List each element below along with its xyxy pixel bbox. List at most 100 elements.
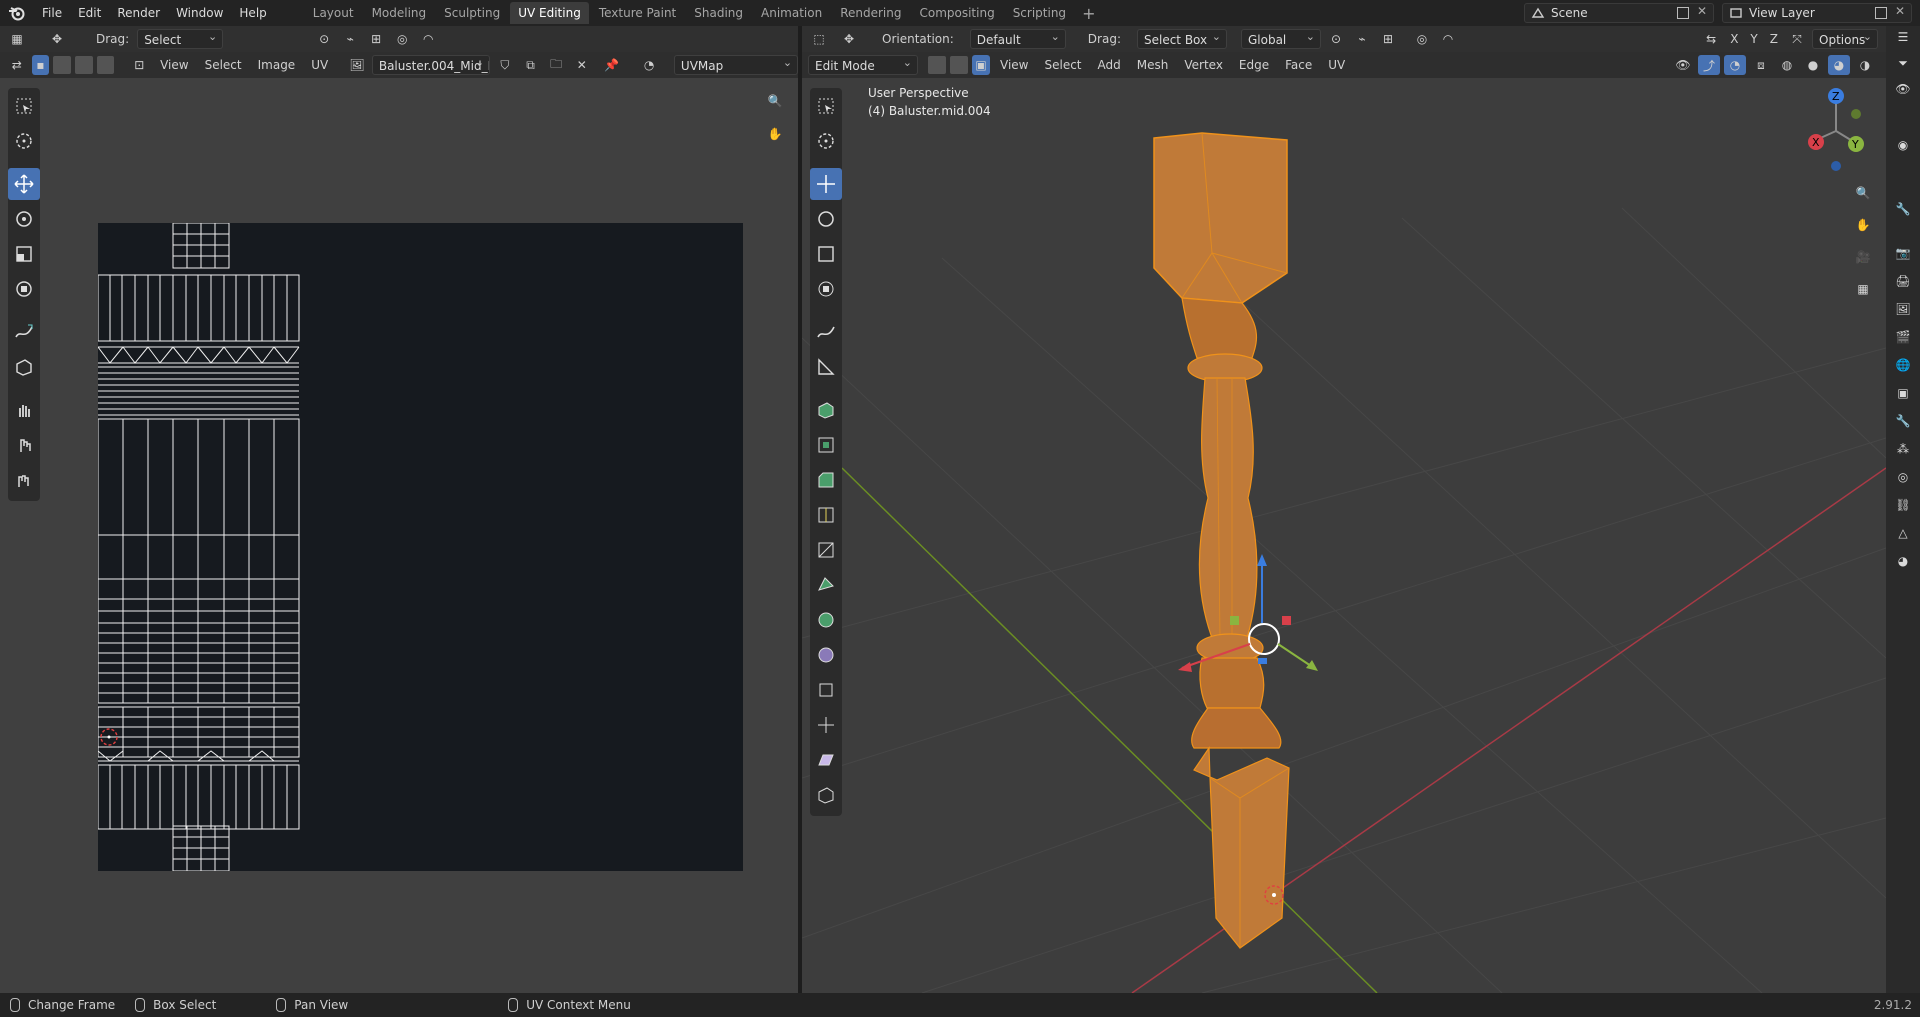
- rendered-shading-icon[interactable]: ◑: [1854, 55, 1876, 75]
- move-tool-icon[interactable]: [8, 168, 40, 200]
- menu-add[interactable]: Add: [1092, 58, 1127, 72]
- uv-sync-icon[interactable]: ⇄: [6, 55, 28, 75]
- bevel-tool-icon[interactable]: [810, 464, 842, 496]
- move-3d-tool-icon[interactable]: [810, 168, 842, 200]
- eye-icon[interactable]: 👁: [1886, 82, 1920, 96]
- sticky-select-icon[interactable]: ⊡: [128, 55, 150, 75]
- menu-select[interactable]: Select: [199, 58, 248, 72]
- mode-dropdown[interactable]: Edit Mode: [808, 53, 918, 75]
- axis-x-toggle[interactable]: X: [1726, 32, 1742, 46]
- 3d-viewport[interactable]: ⬚ ✥ Orientation: Default Drag: Select Bo…: [802, 26, 1886, 993]
- pan-3d-icon[interactable]: ✋: [1850, 212, 1876, 238]
- transform-tool-icon[interactable]: [8, 273, 40, 305]
- fake-user-icon[interactable]: ⛉: [494, 55, 516, 75]
- orientation-dropdown[interactable]: Default: [969, 27, 1066, 49]
- blender-logo-icon[interactable]: [0, 0, 34, 26]
- remove-scene-icon[interactable]: ✕: [1697, 4, 1707, 18]
- remove-view-layer-icon[interactable]: ✕: [1895, 4, 1905, 18]
- uv-editor[interactable]: ▦ ✥ Drag: Select Box ⊙ ⌁ ⊞ ◎ ◠ ⇄ ▪ ⊡ Vie…: [0, 26, 799, 993]
- cursor-3d-tool-icon[interactable]: [810, 125, 842, 157]
- baluster-mesh[interactable]: [1153, 132, 1290, 949]
- filter-icon[interactable]: ⏷: [1886, 56, 1920, 71]
- unlink-image-icon[interactable]: ✕: [571, 55, 593, 75]
- zoom-view-icon[interactable]: 🔍: [762, 88, 788, 114]
- pan-view-icon[interactable]: ✋: [762, 121, 788, 147]
- menu-select-3d[interactable]: Select: [1038, 58, 1087, 72]
- grab-tool-icon[interactable]: [8, 394, 40, 426]
- tab-texture-paint[interactable]: Texture Paint: [591, 2, 684, 24]
- scene-properties-icon[interactable]: 🎬: [1886, 330, 1920, 344]
- open-image-icon[interactable]: 🗀: [545, 55, 567, 75]
- menu-view[interactable]: View: [154, 58, 194, 72]
- rip-tool-icon[interactable]: [8, 351, 40, 383]
- face-mode-icon[interactable]: ▣: [972, 55, 990, 75]
- wireframe-shading-icon[interactable]: ◍: [1776, 55, 1798, 75]
- menu-uv[interactable]: UV: [305, 58, 334, 72]
- falloff-3d-icon[interactable]: ◠: [1437, 29, 1459, 49]
- rip-region-tool-icon[interactable]: [810, 779, 842, 811]
- scale-tool-icon[interactable]: [8, 238, 40, 270]
- render-properties-icon[interactable]: 📷: [1886, 246, 1920, 260]
- tab-animation[interactable]: Animation: [753, 2, 830, 24]
- axis-z-toggle[interactable]: Z: [1766, 32, 1782, 46]
- select-box-3d-icon[interactable]: [810, 90, 842, 122]
- physics-properties-icon[interactable]: ◎: [1886, 470, 1920, 484]
- spin-tool-icon[interactable]: [810, 604, 842, 636]
- menu-edit[interactable]: Edit: [70, 0, 109, 26]
- menu-image[interactable]: Image: [252, 58, 302, 72]
- particles-properties-icon[interactable]: ⁂: [1886, 442, 1920, 456]
- rotate-tool-icon[interactable]: [8, 203, 40, 235]
- view-layer-selector[interactable]: View Layer ✕: [1722, 3, 1912, 23]
- proportional-3d-icon[interactable]: ◎: [1411, 29, 1433, 49]
- menu-edge[interactable]: Edge: [1233, 58, 1275, 72]
- tab-rendering[interactable]: Rendering: [832, 2, 909, 24]
- duplicate-image-icon[interactable]: ⧉: [520, 55, 542, 75]
- options-dropdown[interactable]: Options: [1812, 27, 1878, 49]
- tab-uv-editing[interactable]: UV Editing: [510, 2, 589, 24]
- solid-shading-icon[interactable]: ●: [1802, 55, 1824, 75]
- tab-modeling[interactable]: Modeling: [364, 2, 435, 24]
- tab-compositing[interactable]: Compositing: [911, 2, 1002, 24]
- select-box-tool-icon[interactable]: [8, 90, 40, 122]
- editor-type-icon[interactable]: ▦: [6, 29, 28, 49]
- snap-increment-icon[interactable]: ⊞: [1377, 29, 1399, 49]
- material-shading-icon[interactable]: ◕: [1828, 55, 1850, 75]
- drag-select-dropdown-3d[interactable]: Select Box: [1136, 27, 1227, 49]
- image-name-field[interactable]: Baluster.004_Mid_B...: [371, 55, 491, 75]
- annotate-3d-tool-icon[interactable]: [810, 316, 842, 348]
- tab-shading[interactable]: Shading: [686, 2, 751, 24]
- new-view-layer-icon[interactable]: [1875, 7, 1887, 19]
- ortho-toggle-icon[interactable]: ▦: [1850, 276, 1876, 302]
- menu-file[interactable]: File: [34, 0, 70, 26]
- falloff-icon[interactable]: ◠: [417, 29, 439, 49]
- menu-face[interactable]: Face: [1279, 58, 1318, 72]
- pivot-point-icon[interactable]: ⊙: [1325, 29, 1347, 49]
- tab-sculpting[interactable]: Sculpting: [436, 2, 508, 24]
- data-properties-icon[interactable]: △: [1886, 526, 1920, 540]
- uv-map-field[interactable]: UVMap: [673, 53, 799, 75]
- menu-help[interactable]: Help: [231, 0, 274, 26]
- overlays-toggle-icon[interactable]: ◔: [1724, 55, 1746, 75]
- output-properties-icon[interactable]: 🖨: [1886, 274, 1920, 288]
- proportional-edit-icon[interactable]: ◎: [391, 29, 413, 49]
- modifier-properties-icon[interactable]: 🔧: [1886, 414, 1920, 428]
- uv-image-canvas[interactable]: [97, 222, 743, 872]
- snap-options-icon[interactable]: ⊞: [365, 29, 387, 49]
- camera-view-icon[interactable]: 🎥: [1850, 244, 1876, 270]
- loop-cut-tool-icon[interactable]: [810, 499, 842, 531]
- move-tool-icon[interactable]: ✥: [46, 29, 68, 49]
- snap-3d-icon[interactable]: ⌁: [1351, 29, 1373, 49]
- transform-space-dropdown[interactable]: Global: [1240, 27, 1321, 49]
- vertex-select-icon[interactable]: ▪: [31, 55, 50, 75]
- menu-mesh[interactable]: Mesh: [1131, 58, 1175, 72]
- tab-scripting[interactable]: Scripting: [1005, 2, 1074, 24]
- shrink-fatten-tool-icon[interactable]: [810, 709, 842, 741]
- scene-selector[interactable]: Scene ✕: [1524, 3, 1714, 23]
- drag-select-dropdown[interactable]: Select Box: [137, 27, 224, 67]
- add-workspace-button[interactable]: +: [1076, 4, 1101, 23]
- scale-3d-tool-icon[interactable]: [810, 238, 842, 270]
- menu-view-3d[interactable]: View: [994, 58, 1034, 72]
- edge-mode-icon[interactable]: [950, 56, 968, 74]
- menu-render[interactable]: Render: [109, 0, 168, 26]
- menu-vertex[interactable]: Vertex: [1178, 58, 1229, 72]
